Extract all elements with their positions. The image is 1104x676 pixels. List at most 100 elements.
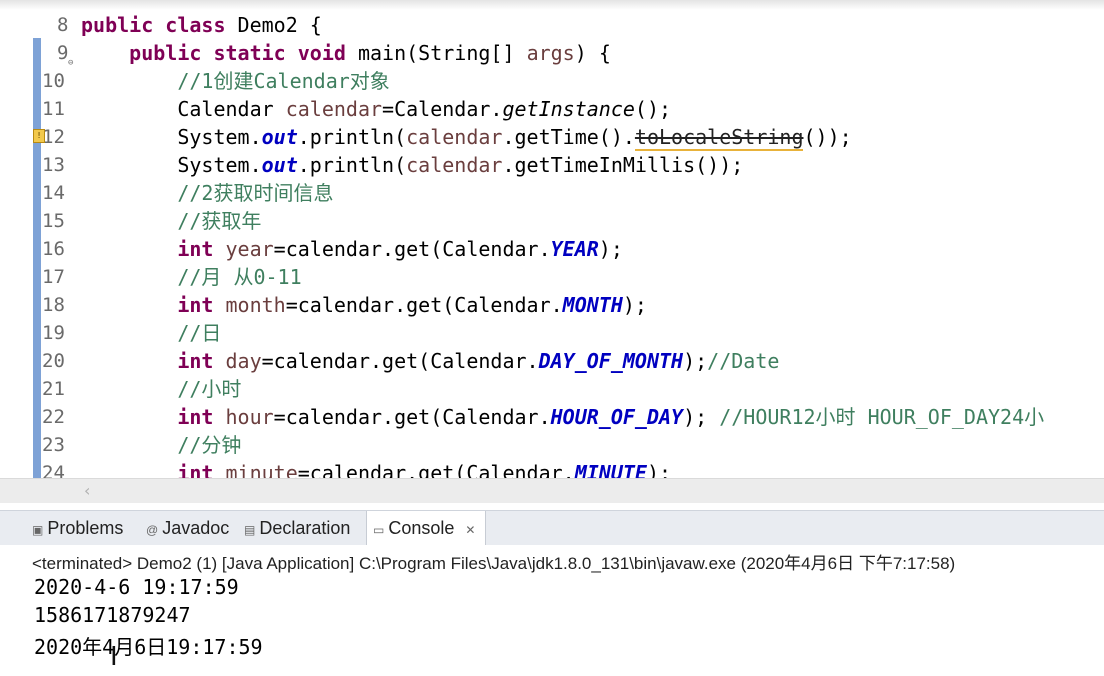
tab-console-label: Console xyxy=(388,518,455,538)
code-token: =calendar.get(Calendar. xyxy=(273,237,551,261)
code-token: int xyxy=(177,349,214,373)
code-text[interactable]: //月 从0-11 xyxy=(81,263,302,291)
code-text[interactable]: System.out.println(calendar.getTimeInMil… xyxy=(81,151,743,179)
code-token: //日 xyxy=(177,321,222,345)
code-text[interactable]: int minute=calendar.get(Calendar.MINUTE)… xyxy=(81,459,671,478)
code-token: public xyxy=(81,13,154,37)
editor-gutter-ruler xyxy=(33,38,41,478)
code-text[interactable]: int hour=calendar.get(Calendar.HOUR_OF_D… xyxy=(81,403,1044,431)
code-token: public xyxy=(129,41,202,65)
code-token: //Date xyxy=(707,349,780,373)
line-number: 21 xyxy=(42,378,65,400)
code-editor[interactable]: 8 public class Demo2 {9 ⊖ public static vo… xyxy=(0,0,1104,478)
code-token: MONTH xyxy=(562,293,623,317)
code-token: MINUTE xyxy=(574,461,647,478)
code-token: hour xyxy=(225,405,274,429)
scroll-left-icon[interactable]: ‹ xyxy=(84,481,90,500)
code-token: class xyxy=(165,13,226,37)
console-status: <terminated> Demo2 (1) [Java Application… xyxy=(32,554,956,573)
line-number: 14 xyxy=(42,182,65,204)
code-token: //2获取时间信息 xyxy=(177,181,334,205)
tab-javadoc-label: Javadoc xyxy=(162,518,230,538)
code-text[interactable]: Calendar calendar=Calendar.getInstance()… xyxy=(81,95,671,123)
code-token: //小时 xyxy=(177,377,242,401)
code-token: getInstance xyxy=(502,97,635,121)
code-token: ); xyxy=(598,237,623,261)
code-token: //1创建Calendar对象 xyxy=(177,69,390,93)
line-number: 11 xyxy=(42,98,65,120)
code-token: =calendar.get(Calendar. xyxy=(285,293,563,317)
console-icon: ▭ xyxy=(373,523,385,537)
line-number: 12 xyxy=(42,126,65,148)
code-text[interactable]: int month=calendar.get(Calendar.MONTH); xyxy=(81,291,647,319)
tab-problems[interactable]: ▣ Problems xyxy=(32,511,123,545)
tab-declaration-label: Declaration xyxy=(259,518,351,538)
code-token: ) { xyxy=(574,41,611,65)
code-token: out xyxy=(261,153,298,177)
code-token: .getTimeInMillis()); xyxy=(502,153,744,177)
code-text[interactable]: System.out.println(calendar.getTime().to… xyxy=(81,123,852,151)
code-text[interactable]: //1创建Calendar对象 xyxy=(81,67,390,95)
code-token: minute xyxy=(225,461,298,478)
code-token: int xyxy=(177,237,214,261)
line-number: 13 xyxy=(42,154,65,176)
line-number: 23 xyxy=(42,434,65,456)
code-token: =calendar.get(Calendar. xyxy=(261,349,539,373)
editor-top-edge xyxy=(0,0,1104,10)
code-token: Demo2 { xyxy=(225,13,322,37)
code-token: YEAR xyxy=(550,237,599,261)
code-token: calendar xyxy=(406,125,503,149)
code-token: HOUR_OF_DAY xyxy=(550,405,684,429)
line-number: 18 xyxy=(42,294,65,316)
code-token: =calendar.get(Calendar. xyxy=(273,405,551,429)
horizontal-scrollbar[interactable]: ‹ xyxy=(0,478,1104,503)
line-number: 16 xyxy=(42,238,65,260)
console-output-line-2: 1586171879247 xyxy=(34,603,191,627)
line-number: 20 xyxy=(42,350,65,372)
console-view[interactable]: <terminated> Demo2 (1) [Java Application… xyxy=(0,545,1104,676)
code-token: main(String[] xyxy=(345,41,527,65)
code-text[interactable]: public class Demo2 { xyxy=(81,11,322,39)
code-text[interactable]: int day=calendar.get(Calendar.DAY_OF_MON… xyxy=(81,347,779,375)
declaration-icon: ▤ xyxy=(244,523,256,537)
code-token: .getTime(). xyxy=(502,125,635,149)
code-token: System. xyxy=(81,125,262,149)
close-icon[interactable]: ✕ xyxy=(465,513,475,547)
line-number: 24 xyxy=(42,462,65,478)
code-token: ); xyxy=(683,405,720,429)
warning-icon[interactable]: ! xyxy=(33,129,45,143)
code-token: //获取年 xyxy=(177,209,262,233)
javadoc-icon: @ xyxy=(146,523,159,537)
tab-declaration[interactable]: ▤ Declaration xyxy=(244,511,350,545)
bottom-panel-tabs: ▣ Problems @ Javadoc ▤ Declaration ▭ Console… xyxy=(0,510,1104,546)
code-text[interactable]: //日 xyxy=(81,319,221,347)
code-text[interactable]: int year=calendar.get(Calendar.YEAR); xyxy=(81,235,623,263)
code-text[interactable]: //2获取时间信息 xyxy=(81,179,333,207)
code-text[interactable]: //小时 xyxy=(81,375,241,403)
code-token: //月 从0-11 xyxy=(177,265,302,289)
code-text[interactable]: //分钟 xyxy=(81,431,241,459)
code-token: year xyxy=(225,237,274,261)
code-token: ()); xyxy=(803,125,852,149)
tab-javadoc[interactable]: @ Javadoc xyxy=(146,511,229,545)
tab-problems-label: Problems xyxy=(47,518,124,538)
tab-console[interactable]: ▭ Console ✕ xyxy=(366,511,487,547)
code-token: =Calendar. xyxy=(382,97,503,121)
code-text[interactable]: //获取年 xyxy=(81,207,261,235)
code-token: .println( xyxy=(297,153,407,177)
code-token: out xyxy=(261,125,298,149)
code-token: int xyxy=(177,293,214,317)
code-token: int xyxy=(177,461,214,478)
code-text[interactable]: public static void main(String[] args) { xyxy=(81,39,611,67)
